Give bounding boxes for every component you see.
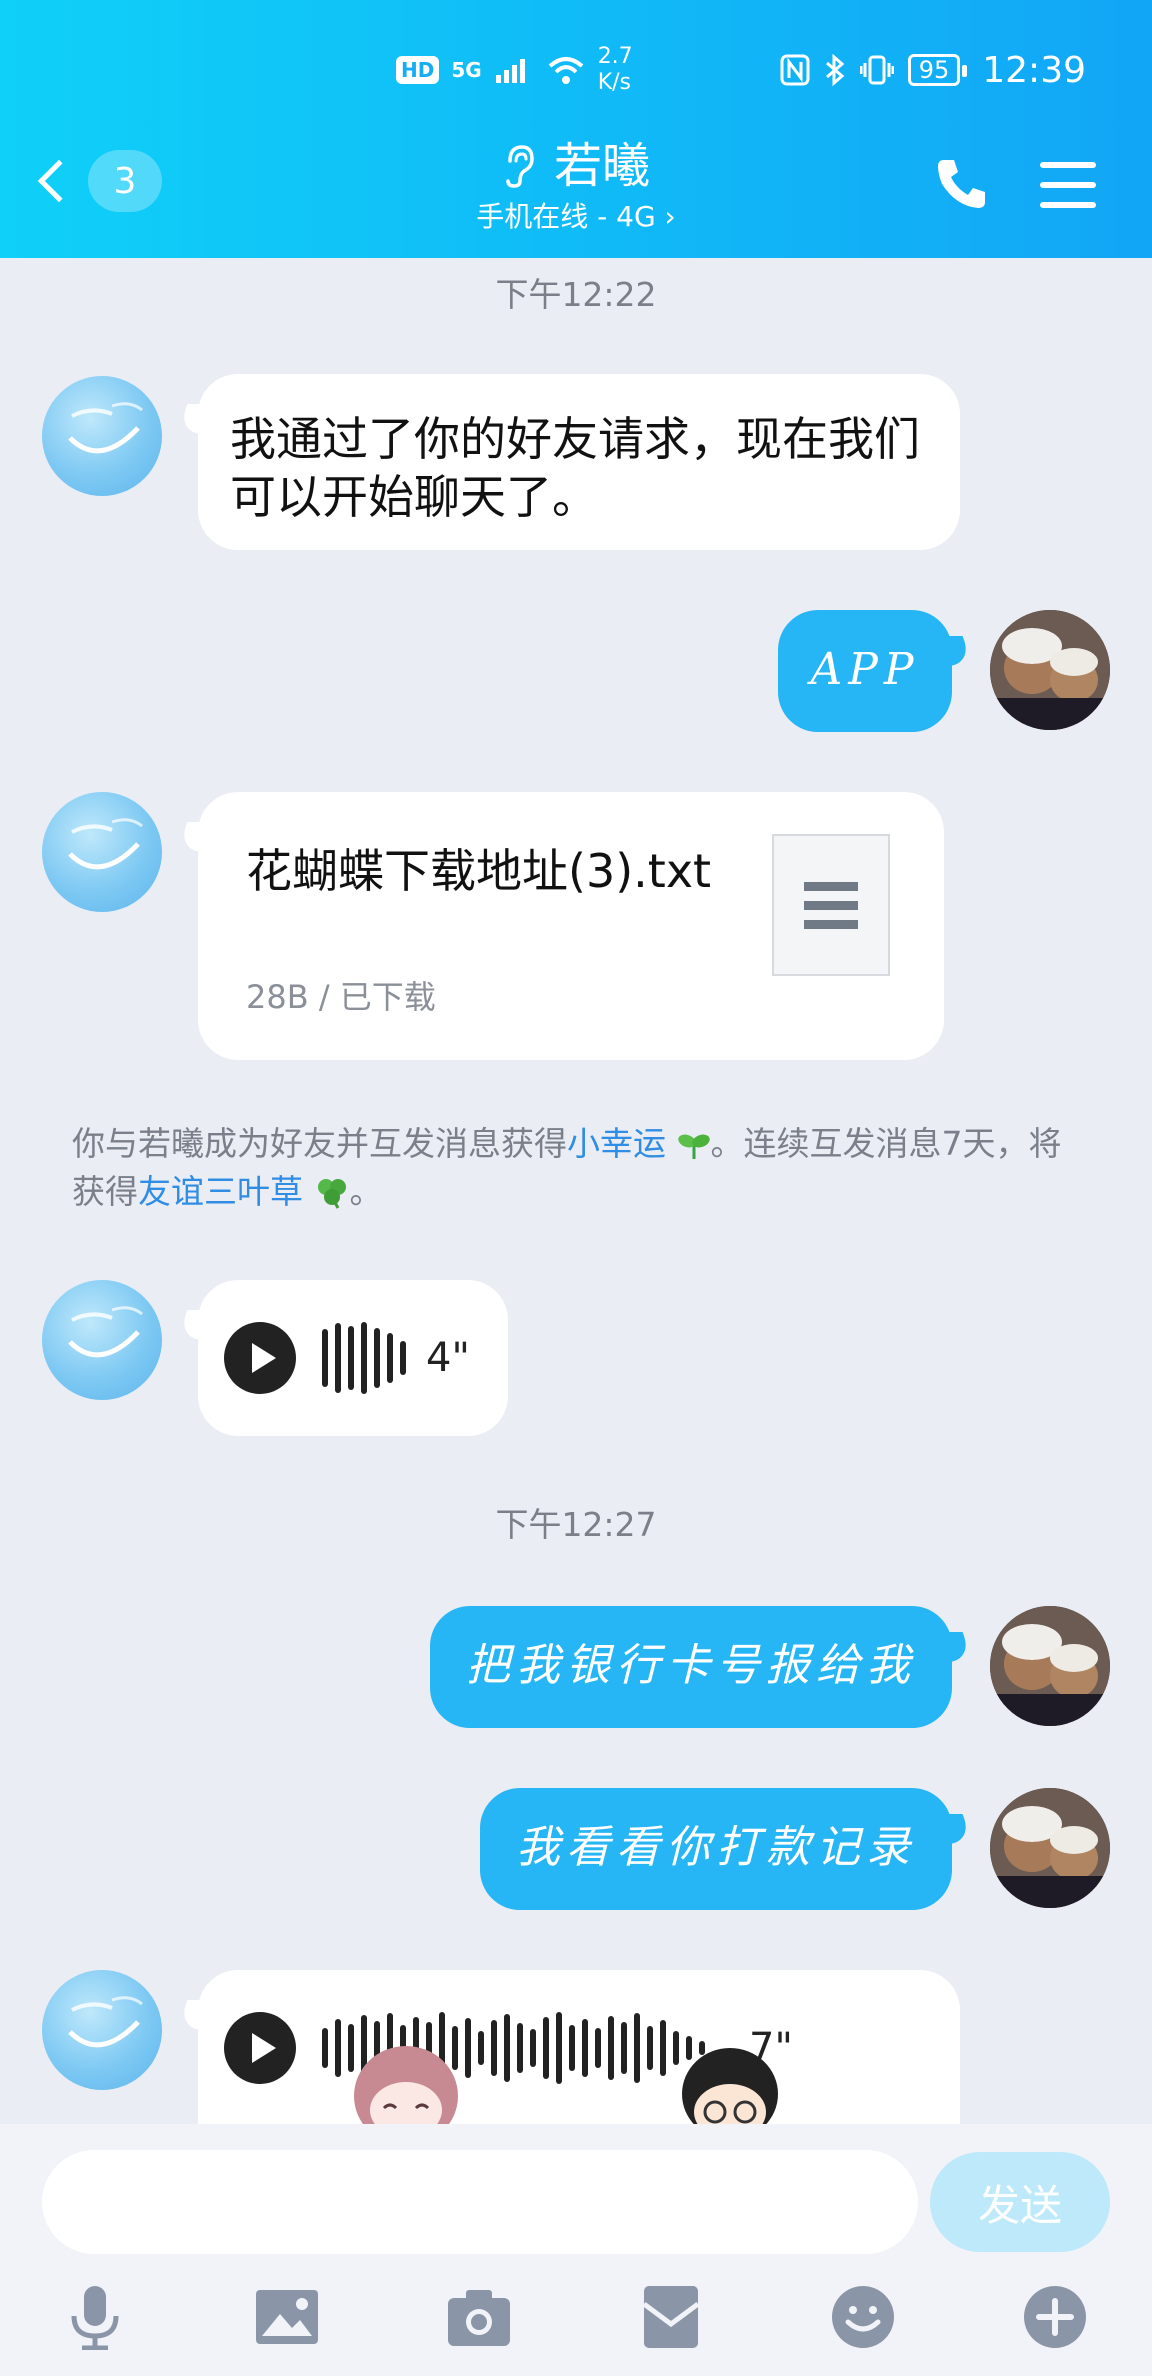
play-icon[interactable]: [224, 1322, 296, 1394]
my-avatar[interactable]: [990, 610, 1110, 730]
contact-avatar[interactable]: [42, 1970, 162, 2090]
contact-avatar[interactable]: [42, 792, 162, 912]
cloud-smile-icon: [68, 402, 143, 454]
bears-photo: [990, 610, 1110, 730]
vibrate-icon: [859, 55, 894, 85]
chat-header: HD 5G 2.7 K/s 95 12:39 3 若曦 手机在线 - 4G ›: [0, 0, 1152, 258]
message-text: 我通过了你的好友请求，现在我们可以开始聊天了。: [230, 412, 920, 524]
cloud-smile-icon: [68, 1306, 143, 1358]
signal-icon: [495, 59, 525, 83]
send-button[interactable]: 发送: [930, 2152, 1110, 2252]
net-speed-unit: K/s: [597, 70, 631, 95]
net-speed: 2.7 K/s: [598, 44, 633, 96]
message-text: 我看看你打款记录: [516, 1822, 916, 1873]
clover-link[interactable]: 友谊三叶草: [138, 1172, 303, 1211]
wifi-icon: [548, 57, 584, 84]
file-name: 花蝴蝶下载地址(3).txt: [246, 844, 712, 898]
battery-indicator: 95: [907, 54, 967, 86]
girl-sticker-icon: [354, 2046, 458, 2124]
file-message[interactable]: 花蝴蝶下载地址(3).txt 28B / 已下载: [198, 792, 944, 1060]
boy-sticker-icon: [682, 2048, 778, 2124]
cloud-smile-icon: [68, 818, 143, 870]
bears-photo: [990, 1606, 1110, 1726]
red-packet-icon[interactable]: [638, 2284, 704, 2350]
message-text: 把我银行卡号报给我: [466, 1640, 916, 1691]
message-list[interactable]: 下午12:22 我通过了你的好友请求，现在我们可以开始聊天了。 APP 花蝴蝶下…: [0, 258, 1152, 2124]
file-meta: 28B / 已下载: [246, 978, 436, 1016]
message-text: APP: [810, 644, 920, 695]
notice-text: 你与若曦成为好友并互发消息获得: [72, 1124, 567, 1163]
voice-duration: 4": [426, 1335, 470, 1381]
status-bar-right: 95 12:39: [780, 40, 1086, 100]
bears-photo: [990, 1788, 1110, 1908]
status-clock: 12:39: [982, 49, 1086, 91]
system-notice: 你与若曦成为好友并互发消息获得小幸运 。连续互发消息7天，将获得友谊三叶草 。: [72, 1120, 1082, 1216]
notice-text: 。: [349, 1172, 383, 1211]
menu-button[interactable]: [1040, 162, 1096, 208]
net-speed-value: 2.7: [597, 44, 633, 69]
cloud-smile-icon: [68, 1996, 143, 2048]
waveform: [322, 1322, 406, 1394]
hd-badge: HD: [396, 56, 440, 84]
message-input[interactable]: [42, 2150, 918, 2254]
camera-icon[interactable]: [446, 2284, 512, 2350]
outgoing-message[interactable]: APP: [778, 610, 952, 732]
voice-message[interactable]: 7": [198, 1970, 960, 2124]
ear-icon: [506, 145, 534, 188]
page-title: 若曦: [553, 138, 650, 194]
sprout-icon: [677, 1134, 710, 1159]
incoming-message[interactable]: 我通过了你的好友请求，现在我们可以开始聊天了。: [198, 374, 960, 550]
toolbar: [0, 2284, 1152, 2354]
my-avatar[interactable]: [990, 1788, 1110, 1908]
lucky-link[interactable]: 小幸运: [567, 1124, 666, 1163]
clover-icon: [317, 1179, 346, 1209]
plus-icon[interactable]: [1022, 2284, 1088, 2350]
my-avatar[interactable]: [990, 1606, 1110, 1726]
phone-icon: [938, 160, 985, 208]
image-icon[interactable]: [254, 2284, 320, 2350]
contact-avatar[interactable]: [42, 376, 162, 496]
bluetooth-icon: [825, 54, 844, 86]
network-type: 5G: [451, 58, 482, 82]
timestamp: 下午12:22: [495, 275, 657, 314]
input-bar: 发送: [0, 2124, 1152, 2376]
contact-avatar[interactable]: [42, 1280, 162, 1400]
call-button[interactable]: [932, 154, 992, 214]
microphone-icon[interactable]: [62, 2284, 128, 2350]
status-bar-left: HD 5G 2.7 K/s: [396, 40, 633, 100]
voice-message[interactable]: 4": [198, 1280, 508, 1436]
emoji-icon[interactable]: [830, 2284, 896, 2350]
nfc-icon: [780, 54, 810, 86]
timestamp: 下午12:27: [495, 1505, 657, 1544]
outgoing-message[interactable]: 把我银行卡号报给我: [430, 1606, 952, 1728]
outgoing-message[interactable]: 我看看你打款记录: [480, 1788, 952, 1910]
play-icon[interactable]: [224, 2012, 296, 2084]
text-file-icon: [772, 834, 890, 976]
menu-icon: [1040, 162, 1096, 168]
